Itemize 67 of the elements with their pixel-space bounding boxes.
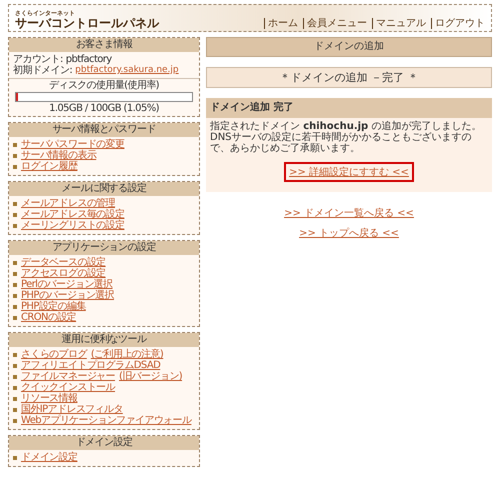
menu-link[interactable]: ドメイン設定 [21,452,78,463]
bullet-icon [13,282,17,286]
menu-link[interactable]: ファイルマネージャー [21,371,116,382]
menu-link[interactable]: PHP設定の編集 [21,301,86,312]
menu-link[interactable]: アクセスログの設定 [21,268,106,279]
bullet-icon [13,396,17,400]
menu-link[interactable]: サーバパスワードの変更 [21,139,124,150]
menu-link[interactable]: データベースの設定 [21,257,106,268]
bullet-icon [13,304,17,308]
bullet-icon [13,202,17,206]
panel-heading: メールに関する設定 [9,182,199,196]
bullet-icon [13,260,17,264]
menu-link[interactable]: Webアプリケーションファイアウォール [21,415,192,426]
nav-link[interactable]: ログアウト [431,18,485,29]
menu-link[interactable]: サーバ情報の表示 [21,150,96,161]
message-text: DNSサーバの設定に若干時間がかかることもございますので、あらかじめご了承願います。 [210,132,473,154]
menu-link[interactable]: さくらのブログ [21,349,87,360]
menu-link[interactable]: CRONの設定 [21,312,76,323]
menu-link[interactable]: メールアドレスの管理 [21,198,116,209]
detail-settings-button[interactable]: >> 詳細設定にすすむ << [284,162,414,182]
bullet-icon [13,272,17,276]
panel-heading: アプリケーションの設定 [9,241,199,255]
account-label: 初期ドメイン: [13,65,72,76]
panel-heading: お客さま情報 [9,38,199,52]
back-link[interactable]: >> トップへ戻る << [299,226,399,240]
disk-usage-label: ディスクの使用量(使用率) [48,80,159,91]
bullet-icon [13,142,17,146]
bullet-icon [13,352,17,356]
menu-link[interactable]: 国外IPアドレスフィルタ [21,404,123,415]
domain-link[interactable]: pbtfactory.sakura.ne.jp [75,65,179,76]
bullet-icon [13,374,17,378]
bullet-icon [13,224,17,228]
bullet-icon [13,386,17,390]
bullet-icon [13,154,17,158]
bullet-icon [13,456,17,460]
menu-link[interactable]: クイックインストール [21,382,116,393]
menu-link[interactable]: Perlのバージョン選択 [21,279,113,290]
note-link[interactable]: (ご利用上の注意) [90,349,164,360]
bullet-icon [13,418,17,422]
account-value: pbtfactory [66,54,112,65]
menu-link[interactable]: メーリングリストの設定 [21,220,124,231]
step-title: ＊ドメインの追加 －完了 ＊ [206,67,492,88]
nav-link[interactable]: 会員メニュー [303,18,367,29]
nav-link[interactable]: ホーム [264,18,298,29]
menu-link[interactable]: リソース情報 [21,393,78,404]
account-label: アカウント: [13,54,63,65]
panel-heading: ドメイン設定 [9,436,199,450]
bullet-icon [13,364,17,368]
disk-usage-reading: 1.05GB / 100GB (1.05%) [49,103,159,114]
bullet-icon [13,294,17,298]
bullet-icon [13,408,17,412]
panel-heading: サーバ情報とパスワード [9,123,199,137]
note-link[interactable]: (旧バージョン) [119,371,182,382]
panel-heading: ドメイン追加 完了 [206,98,492,118]
menu-link[interactable]: ログイン履歴 [21,161,78,172]
brand-title: サーバコントロールパネル [15,17,159,29]
bullet-icon [13,316,17,320]
page-title: ドメインの追加 [206,37,492,57]
bullet-icon [13,212,17,216]
bullet-icon [13,164,17,168]
menu-link[interactable]: PHPのバージョン選択 [21,290,114,301]
back-link[interactable]: >> ドメイン一覧へ戻る << [284,206,414,220]
menu-link[interactable]: アフィリエイトプログラムDSAD [21,360,160,371]
nav-link[interactable]: マニュアル [372,18,426,29]
menu-link[interactable]: メールアドレス毎の設定 [21,209,124,220]
panel-heading: 運用に便利なツール [9,333,199,347]
message-text: 指定されたドメイン chihochu.jp の追加が完了しました。 [210,121,482,132]
